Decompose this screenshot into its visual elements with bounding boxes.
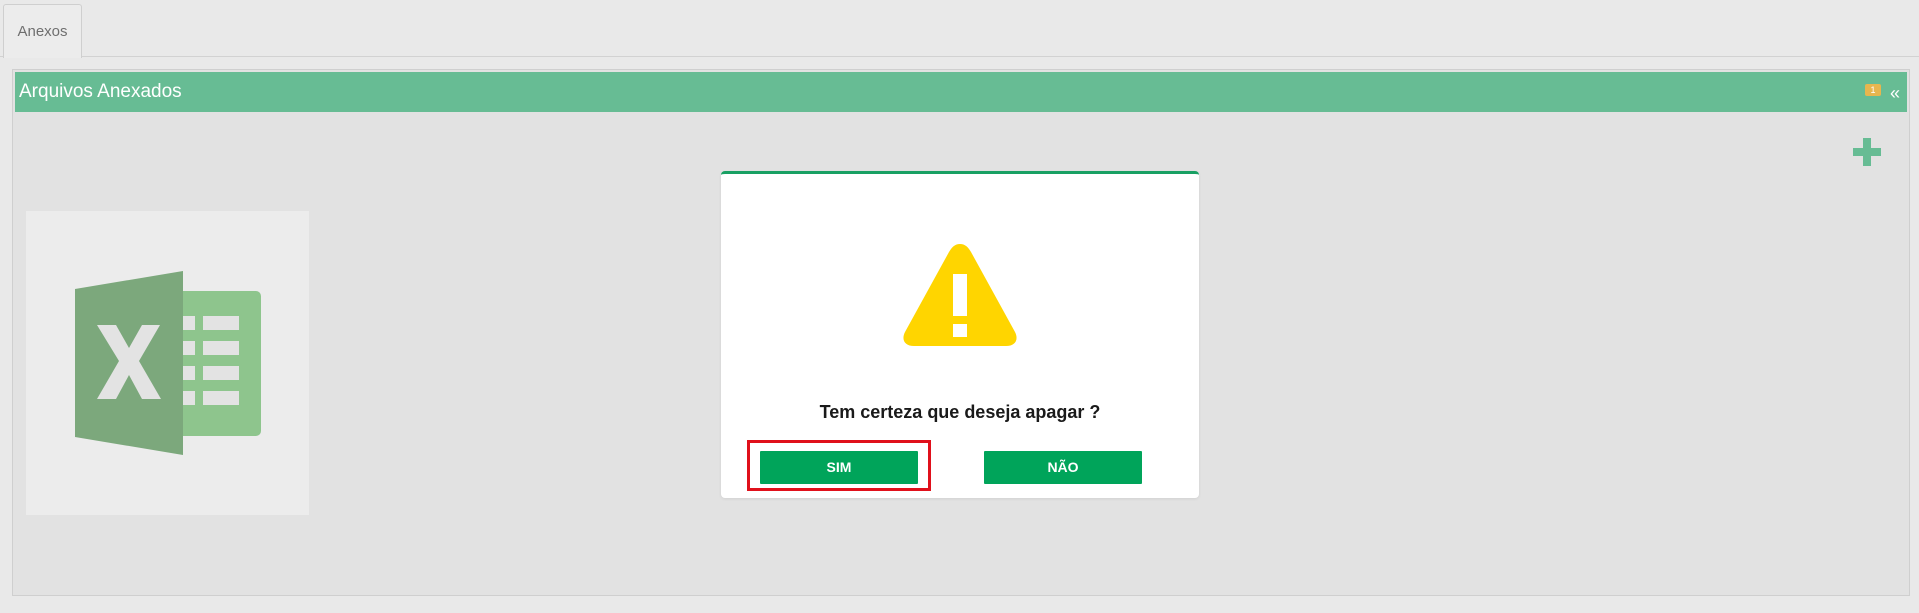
attachment-file-card[interactable] [26, 211, 309, 515]
tab-anexos[interactable]: Anexos [3, 4, 82, 58]
panel-header: Arquivos Anexados 1 « [15, 72, 1907, 112]
dialog-message: Tem certeza que deseja apagar ? [819, 402, 1101, 422]
collapse-button[interactable]: « [1887, 72, 1903, 112]
panel-title: Arquivos Anexados [19, 81, 182, 102]
attachment-count-badge: 1 [1865, 84, 1881, 96]
excel-file-icon [75, 271, 261, 455]
add-attachment-button[interactable] [1850, 135, 1884, 169]
page: Anexos Arquivos Anexados 1 « Tem certeza… [0, 0, 1919, 613]
cancel-no-button[interactable]: NÃO [984, 451, 1142, 484]
tab-strip: Anexos [0, 0, 1919, 58]
confirm-yes-button[interactable]: SIM [760, 451, 918, 484]
warning-icon [903, 244, 1017, 346]
plus-icon [1853, 138, 1881, 166]
confirm-delete-dialog: Tem certeza que deseja apagar ? SIM NÃO [721, 171, 1199, 498]
